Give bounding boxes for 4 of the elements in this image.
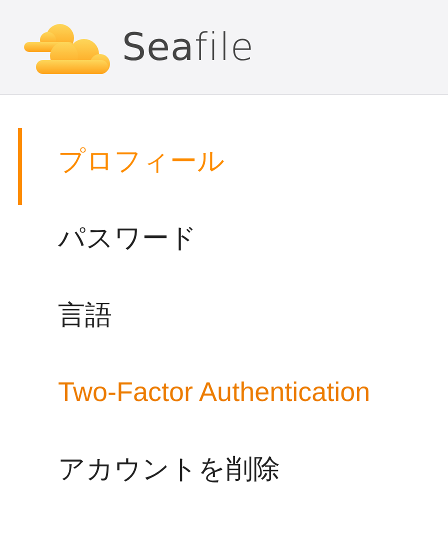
logo-text: Seafile (122, 25, 254, 69)
nav-item[interactable]: パスワード (18, 205, 448, 282)
nav-item[interactable]: 言語 (18, 282, 448, 359)
nav-item[interactable]: アカウントを削除 (18, 436, 448, 513)
